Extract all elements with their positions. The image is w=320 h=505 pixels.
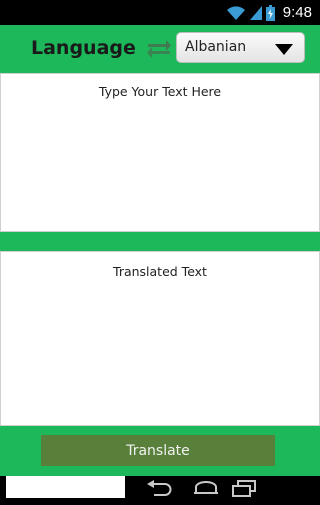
language-select-value: Albanian (185, 39, 247, 55)
page-title: Language (31, 37, 136, 59)
swap-arrows-icon[interactable] (145, 38, 173, 60)
signal-icon (249, 5, 262, 21)
translated-text-output: Translated Text (0, 251, 320, 426)
status-bar: 9:48 (0, 0, 320, 25)
language-select[interactable]: Albanian (176, 32, 305, 63)
dropdown-triangle-icon (275, 44, 293, 55)
home-icon[interactable] (192, 479, 220, 503)
translated-text-label: Translated Text (113, 264, 207, 279)
status-time: 9:48 (282, 4, 312, 21)
panel-divider (0, 232, 320, 251)
translate-button[interactable]: Translate (41, 435, 275, 466)
nav-bar (0, 476, 320, 505)
recent-apps-icon[interactable] (230, 479, 258, 503)
app-header: Language Albanian (0, 25, 320, 73)
nav-bar-blank-area (6, 476, 125, 498)
source-text-placeholder: Type Your Text Here (98, 84, 222, 99)
battery-icon (265, 4, 275, 21)
wifi-icon (226, 5, 246, 21)
source-text-input[interactable]: Type Your Text Here (0, 73, 320, 232)
footer-bar: Translate (0, 426, 320, 476)
back-icon[interactable] (144, 479, 174, 503)
